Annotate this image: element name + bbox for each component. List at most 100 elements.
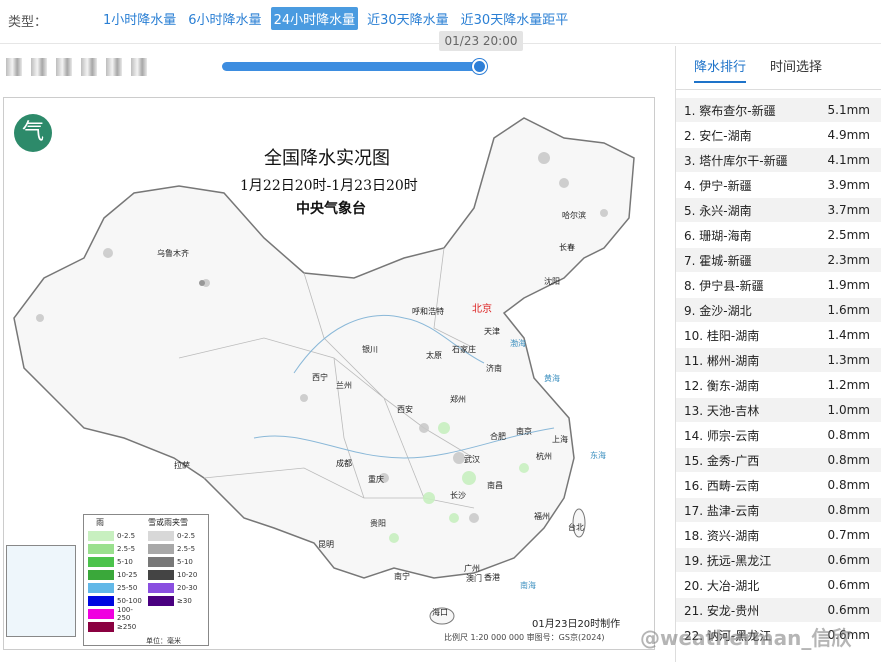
legend-swatch (148, 531, 174, 541)
city-label: 哈尔滨 (562, 211, 586, 220)
ranking-row[interactable]: 21. 安龙-贵州 0.6mm (676, 598, 881, 623)
ranking-row[interactable]: 18. 资兴-湖南 0.7mm (676, 523, 881, 548)
ranking-station: 17. 盐津-云南 (684, 503, 760, 518)
legend-row: 2.5-5 (88, 544, 143, 554)
ranking-row[interactable]: 10. 桂阳-湖南 1.4mm (676, 323, 881, 348)
legend-row: 10-20 (148, 570, 203, 580)
ranking-value: 4.1mm (827, 153, 870, 167)
legend-swatch (148, 583, 174, 593)
ranking-value: 1.2mm (827, 378, 870, 392)
ranking-station: 13. 天池-吉林 (684, 403, 760, 418)
ranking-value: 1.3mm (827, 353, 870, 367)
legend-rain-header: 雨 (96, 518, 104, 527)
tab-24h-precip[interactable]: 24小时降水量 (270, 7, 359, 30)
ranking-row[interactable]: 6. 珊瑚-海南 2.5mm (676, 223, 881, 248)
map-org: 中央气象台 (296, 201, 366, 217)
legend-swatch (88, 583, 114, 593)
ranking-row[interactable]: 2. 安仁-湖南 4.9mm (676, 123, 881, 148)
ranking-row[interactable]: 3. 塔什库尔干-新疆 4.1mm (676, 148, 881, 173)
ranking-list: 1. 察布查尔-新疆 5.1mm 2. 安仁-湖南 4.9mm 3. 塔什库尔干-新疆 4… (676, 98, 881, 648)
legend-swatch (88, 531, 114, 541)
legend-row: 100-250 (88, 606, 143, 622)
city-label: 昆明 (318, 540, 334, 549)
city-label: 银川 (362, 345, 378, 354)
ranking-value: 5.1mm (827, 103, 870, 117)
frame-thumb[interactable] (106, 58, 122, 76)
ranking-row[interactable]: 13. 天池-吉林 1.0mm (676, 398, 881, 423)
ranking-station: 2. 安仁-湖南 (684, 128, 752, 143)
frame-thumb[interactable] (81, 58, 97, 76)
ranking-row[interactable]: 15. 金秀-广西 0.8mm (676, 448, 881, 473)
ranking-row[interactable]: 19. 抚远-黑龙江 0.6mm (676, 548, 881, 573)
precip-legend: 雨 雪或雨夹雪 0-2.5 2.5-5 5-10 10-25 25-50 50-100 10… (83, 514, 209, 646)
city-label: 武汉 (464, 455, 480, 464)
time-slider[interactable] (222, 62, 482, 71)
tab-30d-precip[interactable]: 近30天降水量 (364, 7, 452, 30)
city-label: 西宁 (312, 373, 328, 382)
ranking-value: 0.7mm (827, 528, 870, 542)
frame-thumb[interactable] (131, 58, 147, 76)
ranking-value: 1.6mm (827, 303, 870, 317)
tab-30d-anomaly[interactable]: 近30天降水量距平 (458, 7, 572, 30)
map-subtitle: 1月22日20时-1月23日20时 (240, 178, 418, 194)
ranking-row[interactable]: 9. 金沙-湖北 1.6mm (676, 298, 881, 323)
legend-swatch (88, 544, 114, 554)
ranking-row[interactable]: 1. 察布查尔-新疆 5.1mm (676, 98, 881, 123)
city-label: 石家庄 (452, 345, 476, 354)
tab-6h-precip[interactable]: 6小时降水量 (185, 7, 264, 30)
legend-swatch (148, 596, 174, 606)
frame-thumb[interactable] (6, 58, 22, 76)
frame-thumbnails (6, 58, 147, 76)
legend-label: ≥250 (117, 623, 137, 631)
ranking-station: 14. 师宗-云南 (684, 428, 760, 443)
legend-row: ≥250 (88, 622, 143, 632)
ranking-station: 8. 伊宁县-新疆 (684, 278, 764, 293)
ranking-station: 15. 金秀-广西 (684, 453, 760, 468)
ranking-station: 19. 抚远-黑龙江 (684, 553, 772, 568)
city-label: 南宁 (394, 572, 410, 581)
ranking-value: 1.0mm (827, 403, 870, 417)
ranking-value: 3.7mm (827, 203, 870, 217)
ranking-row[interactable]: 12. 衡东-湖南 1.2mm (676, 373, 881, 398)
ranking-row[interactable]: 8. 伊宁县-新疆 1.9mm (676, 273, 881, 298)
legend-label: 5-10 (117, 558, 133, 566)
legend-swatch (88, 557, 114, 567)
legend-row: ≥30 (148, 596, 203, 606)
legend-row: 50-100 (88, 596, 143, 606)
side-panel: 降水排行 时间选择 1. 察布查尔-新疆 5.1mm 2. 安仁-湖南 4.9mm 3.… (675, 46, 881, 662)
ranking-row[interactable]: 14. 师宗-云南 0.8mm (676, 423, 881, 448)
ranking-station: 21. 安龙-贵州 (684, 603, 760, 618)
south-china-sea-inset (6, 545, 76, 637)
city-label: 呼和浩特 (412, 307, 444, 316)
frame-thumb[interactable] (31, 58, 47, 76)
ranking-row[interactable]: 7. 霍城-新疆 2.3mm (676, 248, 881, 273)
time-slider-handle[interactable] (472, 59, 487, 74)
ranking-station: 6. 珊瑚-海南 (684, 228, 752, 243)
ranking-station: 18. 资兴-湖南 (684, 528, 760, 543)
city-label: 澳门 (466, 574, 482, 583)
ranking-row[interactable]: 4. 伊宁-新疆 3.9mm (676, 173, 881, 198)
ranking-row[interactable]: 20. 大冶-湖北 0.6mm (676, 573, 881, 598)
city-label: 长沙 (450, 491, 466, 500)
city-label: 上海 (552, 435, 568, 444)
ranking-value: 1.4mm (827, 328, 870, 342)
ranking-station: 4. 伊宁-新疆 (684, 178, 752, 193)
city-label: 南昌 (487, 481, 503, 490)
ranking-row[interactable]: 17. 盐津-云南 0.8mm (676, 498, 881, 523)
frame-thumb[interactable] (56, 58, 72, 76)
legend-label: 25-50 (117, 584, 138, 592)
ranking-value: 0.6mm (827, 603, 870, 617)
tab-1h-precip[interactable]: 1小时降水量 (100, 7, 179, 30)
legend-row: 5-10 (148, 557, 203, 567)
city-label: 重庆 (368, 475, 384, 484)
ranking-row[interactable]: 11. 郴州-湖南 1.3mm (676, 348, 881, 373)
ranking-row[interactable]: 16. 西畴-云南 0.8mm (676, 473, 881, 498)
city-label: 合肥 (490, 432, 506, 441)
tab-time-select[interactable]: 时间选择 (770, 56, 822, 75)
ranking-row[interactable]: 5. 永兴-湖南 3.7mm (676, 198, 881, 223)
tab-precip-ranking[interactable]: 降水排行 (694, 56, 747, 83)
city-label: 北京 (472, 304, 492, 315)
legend-label: 10-25 (117, 571, 138, 579)
ranking-station: 12. 衡东-湖南 (684, 378, 760, 393)
scale-text: 比例尺 1:20 000 000 审图号：GS京(2024) (444, 633, 605, 642)
